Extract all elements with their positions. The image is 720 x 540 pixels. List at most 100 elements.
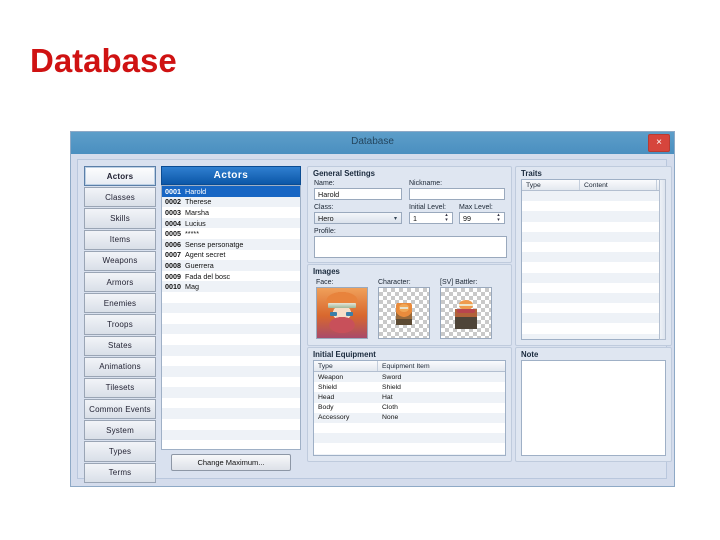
list-item-empty[interactable] — [162, 387, 300, 398]
list-item-empty[interactable] — [162, 408, 300, 420]
class-select[interactable]: Hero ▾ — [314, 212, 402, 224]
close-icon[interactable]: × — [648, 134, 670, 152]
list-item-empty[interactable] — [162, 313, 300, 324]
list-item-empty[interactable] — [162, 302, 300, 314]
list-item[interactable]: 0009 Fada del bosc — [162, 271, 300, 282]
list-item-empty[interactable] — [162, 323, 300, 335]
battler-image[interactable] — [440, 287, 492, 339]
list-item-index: 0007 — [165, 250, 181, 260]
general-settings-title: General Settings — [313, 169, 375, 178]
table-row-empty[interactable] — [522, 313, 665, 324]
tab-armors[interactable]: Armors — [84, 271, 156, 293]
list-item-empty[interactable] — [162, 377, 300, 388]
tab-classes[interactable]: Classes — [84, 187, 156, 208]
table-row-empty[interactable] — [522, 242, 665, 252]
tab-terms[interactable]: Terms — [84, 462, 156, 483]
column-header-type: Type — [314, 361, 378, 371]
list-item[interactable]: 0010 Mag — [162, 281, 300, 292]
tab-actors[interactable]: Actors — [84, 166, 156, 187]
list-item-empty[interactable] — [162, 366, 300, 377]
list-item-empty[interactable] — [162, 398, 300, 409]
database-window: Database × Actors Classes Skills Items W… — [70, 131, 675, 487]
list-item-index: 0008 — [165, 260, 181, 270]
tab-types[interactable]: Types — [84, 441, 156, 462]
table-header-row: Type Content — [522, 180, 665, 191]
change-maximum-button[interactable]: Change Maximum... — [171, 454, 291, 471]
table-row-empty[interactable] — [314, 443, 505, 453]
table-row-empty[interactable] — [314, 433, 505, 444]
page-title: Database — [30, 42, 177, 79]
list-item[interactable]: 0005 ***** — [162, 228, 300, 239]
table-row-empty[interactable] — [314, 423, 505, 433]
list-item[interactable]: 0004 Lucius — [162, 217, 300, 229]
category-tab-list: Actors Classes Skills Items Weapons Armo… — [84, 166, 156, 483]
profile-label: Profile: — [314, 228, 336, 235]
actors-list-box[interactable]: 0001 Harold 0002 Therese 0003 Marsha 000… — [161, 185, 301, 450]
initial-level-stepper[interactable]: 1 ▴ ▾ — [409, 212, 453, 224]
table-row-empty[interactable] — [314, 453, 505, 455]
traits-table[interactable]: Type Content — [521, 179, 666, 340]
nickname-input[interactable] — [409, 188, 505, 200]
initial-equipment-title: Initial Equipment — [313, 350, 376, 359]
table-row-empty[interactable] — [522, 262, 665, 272]
initial-level-label: Initial Level: — [409, 204, 446, 211]
tab-common-events[interactable]: Common Events — [84, 399, 156, 420]
tab-items[interactable]: Items — [84, 229, 156, 250]
table-row-empty[interactable] — [522, 283, 665, 293]
list-item-empty[interactable] — [162, 334, 300, 345]
table-row-empty[interactable] — [522, 191, 665, 202]
traits-scrollbar[interactable] — [659, 179, 666, 340]
nickname-label: Nickname: — [409, 180, 443, 187]
class-select-value: Hero — [318, 213, 334, 223]
table-row[interactable]: Weapon Sword — [314, 372, 505, 383]
list-item-empty[interactable] — [162, 344, 300, 356]
tab-troops[interactable]: Troops — [84, 314, 156, 335]
table-row[interactable]: Accessory None — [314, 412, 505, 423]
table-row[interactable]: Body Cloth — [314, 403, 505, 413]
list-item[interactable]: 0008 Guerrera — [162, 260, 300, 271]
face-image[interactable] — [316, 287, 368, 339]
table-row-empty[interactable] — [522, 272, 665, 283]
table-row[interactable]: Head Hat — [314, 392, 505, 403]
tab-weapons[interactable]: Weapons — [84, 250, 156, 271]
table-row[interactable]: Shield Shield — [314, 382, 505, 392]
table-row-empty[interactable] — [522, 211, 665, 222]
list-item[interactable]: 0003 Marsha — [162, 207, 300, 218]
table-row-empty[interactable] — [522, 292, 665, 304]
list-item-label: Mag — [185, 282, 199, 292]
tab-animations[interactable]: Animations — [84, 356, 156, 377]
note-title: Note — [521, 350, 539, 359]
window-titlebar: Database × — [71, 132, 674, 155]
list-item[interactable]: 0007 Agent secret — [162, 250, 300, 261]
list-item-empty[interactable] — [162, 292, 300, 303]
tab-skills[interactable]: Skills — [84, 208, 156, 229]
list-item[interactable]: 0002 Therese — [162, 196, 300, 208]
column-header-content: Content — [580, 180, 657, 190]
list-item[interactable]: 0001 Harold — [162, 186, 300, 197]
table-row-empty[interactable] — [522, 231, 665, 242]
profile-input[interactable] — [314, 236, 507, 258]
table-row-empty[interactable] — [522, 222, 665, 232]
spinner-arrows-icon[interactable]: ▴ ▾ — [495, 213, 502, 223]
list-item[interactable]: 0006 Sense personatge — [162, 238, 300, 250]
note-textarea[interactable] — [521, 360, 666, 456]
table-row-empty[interactable] — [522, 303, 665, 313]
table-row-empty[interactable] — [522, 201, 665, 211]
tab-enemies[interactable]: Enemies — [84, 293, 156, 314]
character-image[interactable] — [378, 287, 430, 339]
list-item-empty[interactable] — [162, 356, 300, 367]
tab-tilesets[interactable]: Tilesets — [84, 377, 156, 399]
table-row-empty[interactable] — [522, 333, 665, 339]
initial-equipment-table[interactable]: Type Equipment Item Weapon Sword Shield … — [313, 360, 506, 456]
name-input[interactable]: Harold — [314, 188, 402, 200]
table-row-empty[interactable] — [522, 323, 665, 333]
tab-states[interactable]: States — [84, 335, 156, 356]
spinner-arrows-icon[interactable]: ▴ ▾ — [443, 213, 450, 223]
list-item-index: 0010 — [165, 282, 181, 292]
list-item-empty[interactable] — [162, 429, 300, 441]
tab-system[interactable]: System — [84, 420, 156, 441]
table-row-empty[interactable] — [522, 252, 665, 263]
max-level-stepper[interactable]: 99 ▴ ▾ — [459, 212, 505, 224]
list-item-empty[interactable] — [162, 419, 300, 430]
images-group: Images Face: Character: [SV] Battler: — [307, 264, 512, 346]
